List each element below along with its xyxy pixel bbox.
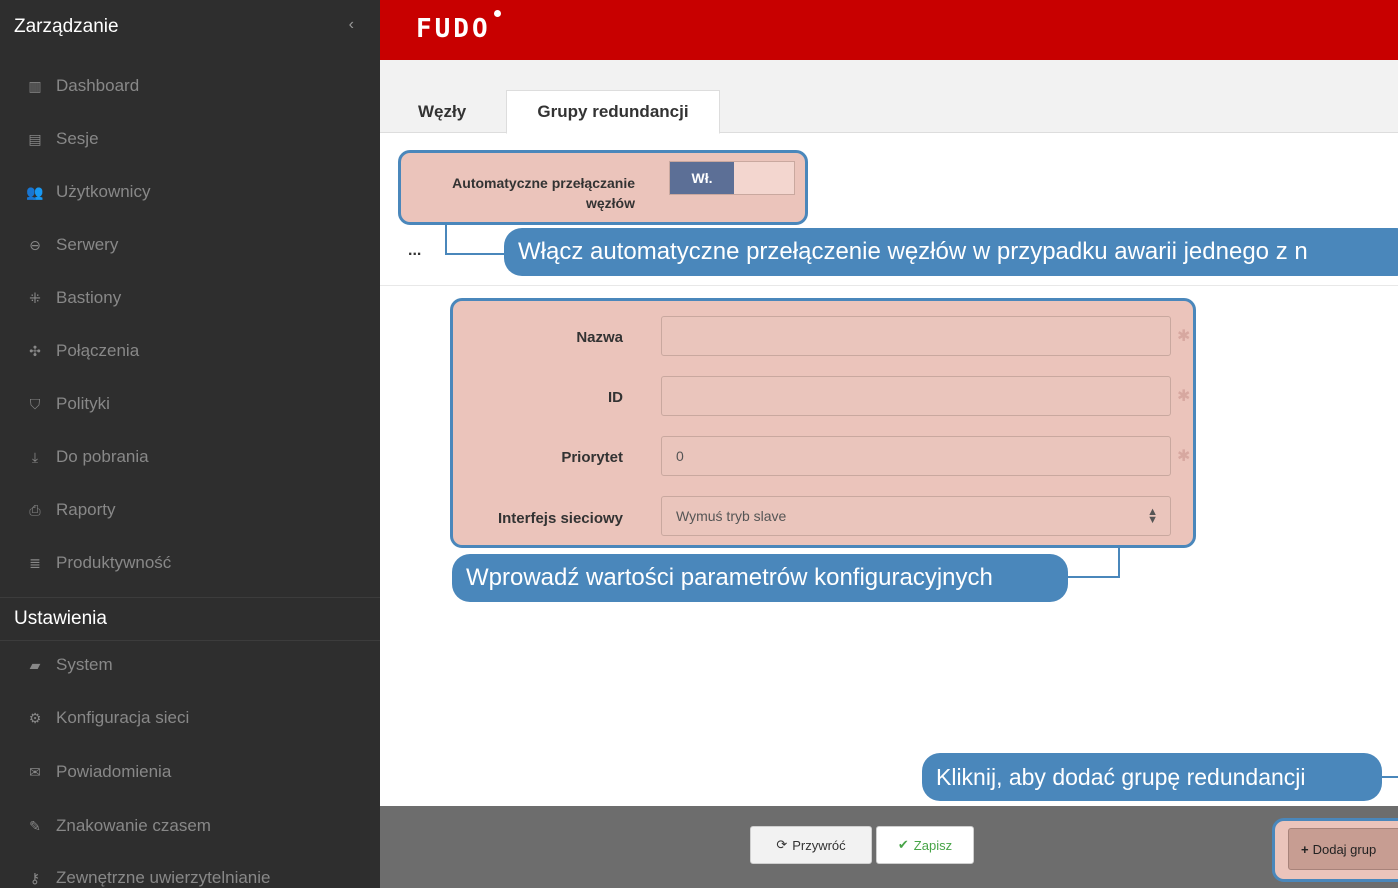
network-interface-value: Wymuś tryb slave	[676, 508, 787, 524]
sidebar-item-label: Bastiony	[56, 288, 122, 307]
sidebar-item-label: Zewnętrzne uwierzytelnianie	[56, 868, 271, 887]
id-input[interactable]	[661, 376, 1171, 416]
save-button[interactable]: ✔ Zapisz	[876, 826, 974, 864]
section-divider	[380, 285, 1398, 286]
sidebar-item-label: Połączenia	[56, 341, 140, 360]
restore-label: Przywróć	[792, 837, 846, 853]
server-icon: ⊖	[29, 236, 41, 253]
callout-form: Wprowadź wartości parametrów konfiguracy…	[452, 554, 1068, 602]
bastion-icon: ⁜	[29, 289, 41, 306]
download-icon: ⤓	[31, 448, 39, 465]
print-icon: ⎙	[29, 501, 41, 518]
sidebar-item-sessions[interactable]: ▤ Sesje	[0, 119, 380, 159]
sidebar-item-label: Do pobrania	[56, 447, 149, 466]
priority-label: Priorytet	[561, 449, 623, 466]
dashboard-icon: ▥	[28, 77, 42, 94]
sidebar-item-network-config[interactable]: ⚙ Konfiguracja sieci	[0, 698, 380, 738]
sidebar-item-reports[interactable]: ⎙ Raporty	[0, 490, 380, 530]
sidebar-item-dashboard[interactable]: ▥ Dashboard	[0, 66, 380, 106]
required-icon: ✱	[1177, 388, 1191, 405]
auto-switch-highlight: Automatyczne przełączanie węzłów Wł.	[398, 150, 808, 225]
folder-icon: ▰	[29, 656, 41, 673]
tab-redundancy-groups[interactable]: Grupy redundancji	[506, 90, 720, 134]
sidebar-item-label: Użytkownicy	[56, 182, 151, 201]
sidebar: Zarządzanie ‹ ▥ Dashboard ▤ Sesje 👥 Użyt…	[0, 0, 380, 888]
save-label: Zapisz	[913, 837, 953, 853]
sidebar-item-system[interactable]: ▰ System	[0, 645, 380, 685]
sidebar-item-productivity[interactable]: ≣ Produktywność	[0, 543, 380, 583]
tab-nodes[interactable]: Węzły	[404, 90, 480, 134]
id-label: ID	[608, 389, 623, 406]
sidebar-item-downloads[interactable]: ⤓ Do pobrania	[0, 437, 380, 477]
callout-connector	[445, 224, 447, 255]
callout-connector	[1118, 546, 1120, 578]
sidebar-item-external-auth[interactable]: ⚷ Zewnętrzne uwierzytelnianie	[0, 858, 380, 888]
collapse-sidebar-icon[interactable]: ‹	[349, 16, 354, 34]
required-icon: ✱	[1177, 448, 1191, 465]
logo-dot	[493, 10, 501, 17]
select-caret-icon: ▲ ▼	[1147, 506, 1158, 526]
sidebar-item-servers[interactable]: ⊖ Serwery	[0, 225, 380, 265]
shield-icon: ⛉	[29, 395, 41, 412]
sidebar-item-label: Produktywność	[56, 553, 172, 572]
envelope-icon: ✉	[29, 763, 41, 780]
sidebar-item-bastions[interactable]: ⁜ Bastiony	[0, 278, 380, 318]
film-icon: ▤	[28, 130, 42, 147]
required-icon: ✱	[1177, 328, 1191, 345]
plus-icon: +	[1301, 841, 1309, 857]
sidebar-item-notifications[interactable]: ✉ Powiadomienia	[0, 752, 380, 792]
productivity-icon: ≣	[29, 554, 41, 571]
fudo-logo[interactable]: FUDO	[416, 10, 501, 44]
sidebar-item-label: Raporty	[56, 500, 116, 519]
sidebar-item-label: Polityki	[56, 394, 110, 413]
auto-switch-label-line1: Automatyczne przełączanie	[452, 175, 635, 191]
callout-connector	[1380, 776, 1398, 778]
sidebar-section-settings: Ustawienia	[0, 597, 380, 641]
sidebar-item-connections[interactable]: ✣ Połączenia	[0, 331, 380, 371]
callout-connector	[1066, 576, 1120, 578]
callout-auto-switch: Włącz automatyczne przełączenie węzłów w…	[504, 228, 1398, 276]
sidebar-item-timestamping[interactable]: ✎ Znakowanie czasem	[0, 806, 380, 846]
sidebar-item-users[interactable]: 👥 Użytkownicy	[0, 172, 380, 212]
name-input[interactable]	[661, 316, 1171, 356]
more-indicator: ...	[408, 242, 422, 259]
sidebar-section-title: Ustawienia	[14, 608, 107, 629]
priority-input[interactable]: 0	[661, 436, 1171, 476]
sidebar-item-label: Konfiguracja sieci	[56, 708, 190, 727]
tab-bar: Węzły Grupy redundancji	[380, 60, 1398, 134]
refresh-icon: ⟳	[776, 837, 788, 852]
form-highlight: Nazwa ✱ ID ✱ Priorytet 0 ✱ Interfejs sie…	[450, 298, 1196, 548]
sidebar-item-label: Serwery	[56, 235, 119, 254]
connections-icon: ✣	[29, 342, 41, 359]
auto-switch-label-line2: węzłów	[585, 195, 635, 211]
sidebar-item-label: Powiadomienia	[56, 762, 172, 781]
sidebar-item-label: Sesje	[56, 129, 99, 148]
sidebar-item-label: Dashboard	[56, 76, 140, 95]
sidebar-item-label: System	[56, 655, 113, 674]
callout-add-group: Kliknij, aby dodać grupę redundancji	[922, 753, 1382, 801]
users-icon: 👥	[26, 183, 44, 200]
add-group-button[interactable]: + Dodaj grup	[1288, 828, 1398, 870]
sidebar-section-title: Zarządzanie	[14, 16, 119, 37]
network-interface-label: Interfejs sieciowy	[497, 510, 623, 527]
auto-switch-label: Automatyczne przełączanie węzłów	[403, 173, 635, 213]
sidebar-section-management: Zarządzanie ‹	[0, 12, 380, 42]
add-group-label: Dodaj grup	[1312, 841, 1377, 857]
network-interface-select[interactable]: Wymuś tryb slave ▲ ▼	[661, 496, 1171, 536]
gears-icon: ⚙	[28, 709, 42, 726]
callout-connector	[445, 253, 507, 255]
key-icon: ⚷	[29, 869, 41, 886]
top-bar: FUDO	[380, 0, 1398, 60]
toggle-on-state: Wł.	[670, 162, 734, 194]
edit-icon: ✎	[29, 817, 41, 834]
check-icon: ✔	[897, 837, 909, 852]
footer-bar: ⟳ Przywróć ✔ Zapisz	[380, 806, 1398, 888]
auto-switch-toggle[interactable]: Wł.	[669, 161, 795, 195]
sidebar-item-policies[interactable]: ⛉ Polityki	[0, 384, 380, 424]
restore-button[interactable]: ⟳ Przywróć	[750, 826, 872, 864]
name-label: Nazwa	[576, 329, 623, 346]
sidebar-item-label: Znakowanie czasem	[56, 816, 211, 835]
logo-text: FUDO	[416, 14, 491, 44]
